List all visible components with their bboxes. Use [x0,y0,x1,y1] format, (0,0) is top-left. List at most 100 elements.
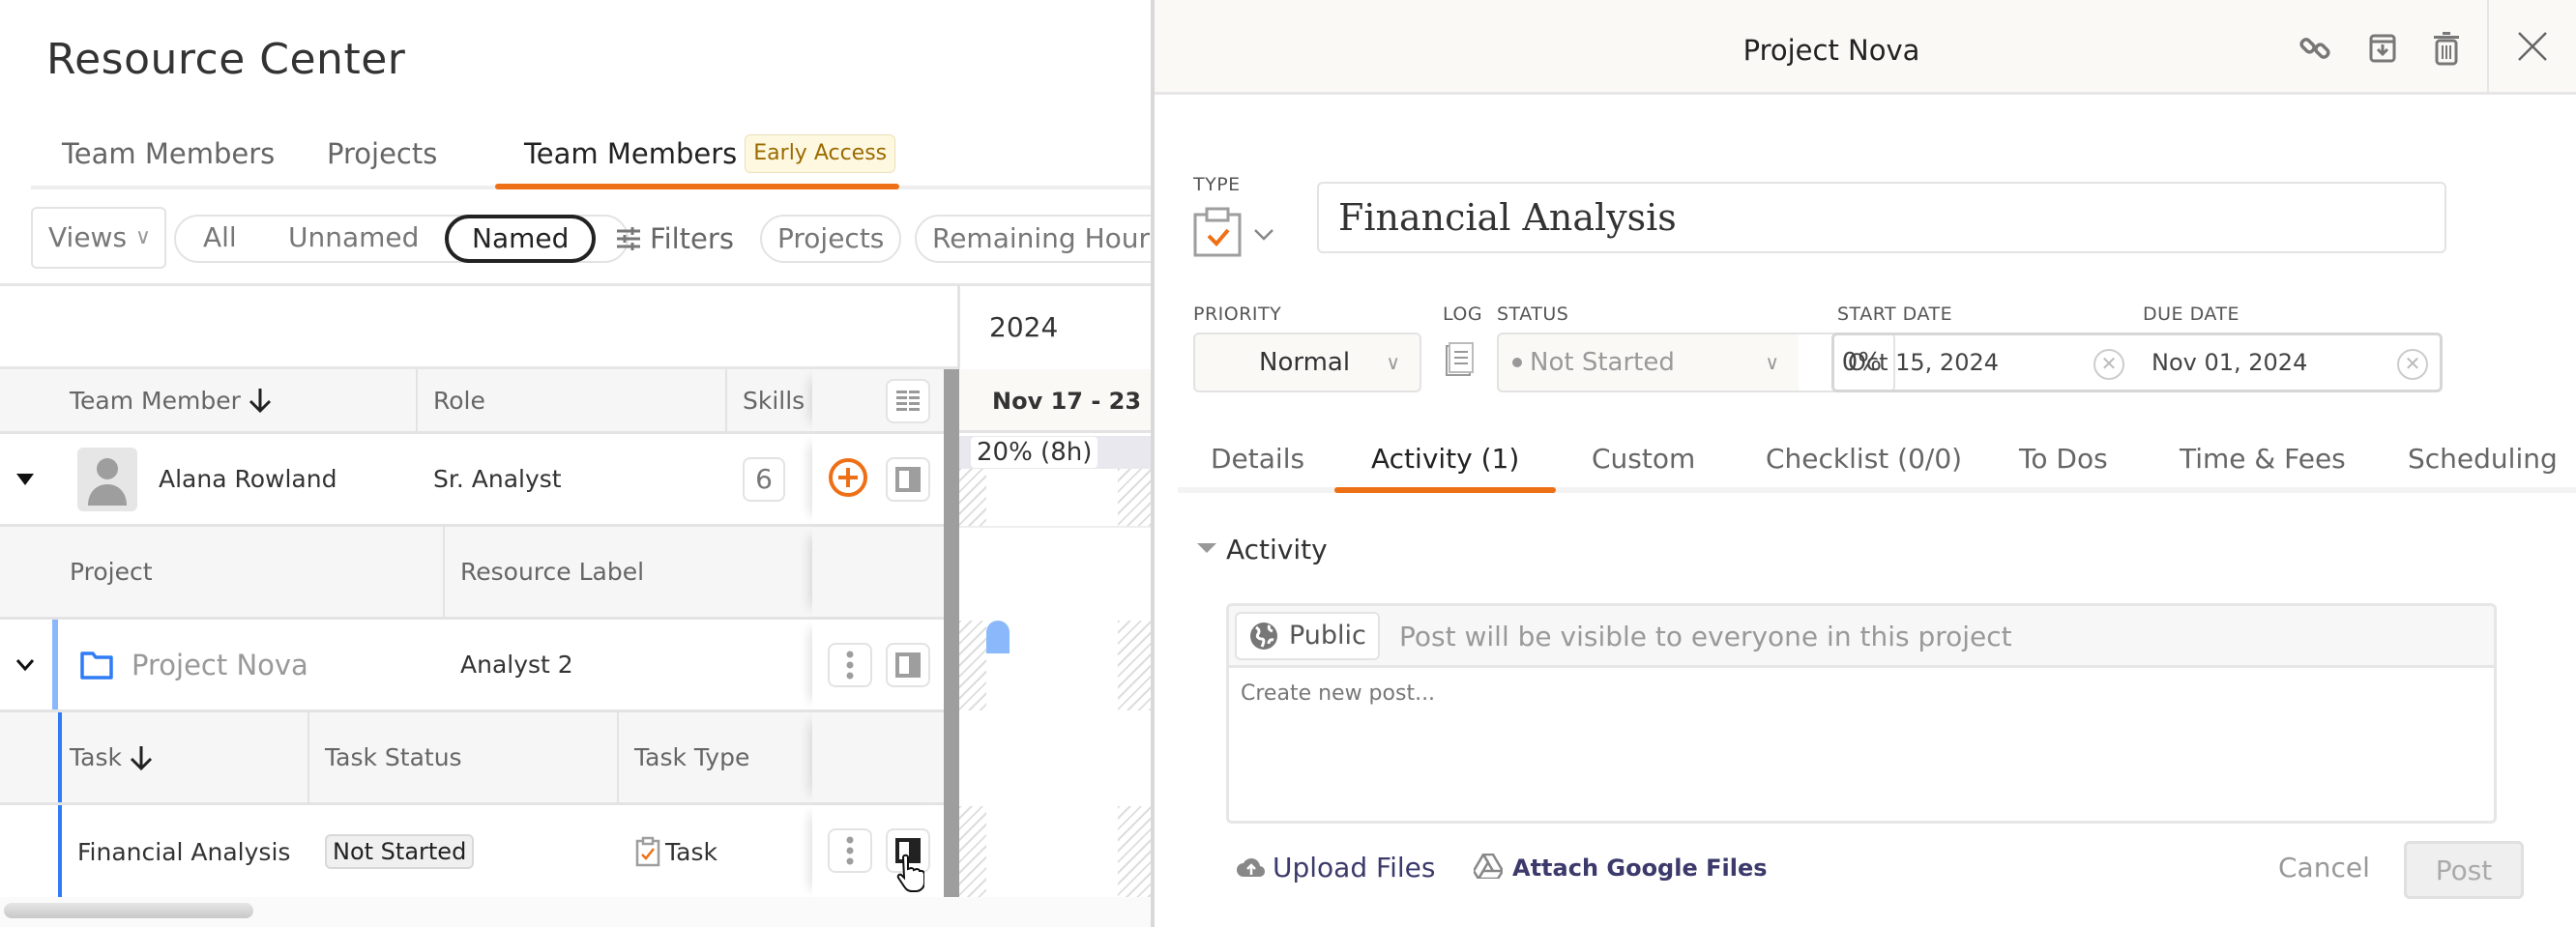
project-allocation-bar[interactable] [986,621,1010,653]
col-task-type[interactable]: Task Type [634,712,749,802]
open-side-panel-button[interactable] [886,457,930,502]
delete-button[interactable] [2427,27,2466,70]
column-settings-button[interactable] [886,379,930,423]
chevron-down-icon [15,658,35,671]
member-name-cell[interactable]: Alana Rowland [77,434,337,524]
tab-checklist[interactable]: Checklist (0/0) [1766,435,1962,483]
tab-scheduling[interactable]: Scheduling [2408,435,2558,483]
task-title-input[interactable]: Financial Analysis [1317,182,2446,253]
skills-cell[interactable]: 6 [743,434,785,524]
segment-named[interactable]: Named [445,215,597,263]
scrollbar-thumb[interactable] [4,903,253,918]
filters-button[interactable]: Filters [615,215,734,263]
globe-icon [1250,623,1277,650]
chevron-down-icon [1254,229,1273,241]
table-columns-icon [896,391,920,411]
resource-label-value: Analyst 2 [460,651,573,679]
skills-count-badge[interactable]: 6 [743,456,785,502]
detail-tabs: Details Activity (1) Custom Checklist (0… [1178,435,2576,495]
segment-unnamed[interactable]: Unnamed [288,215,419,263]
horizontal-scrollbar[interactable] [0,897,1153,927]
date-range-field: Oct 15, 2024 ✕ Nov 01, 2024 ✕ [1831,333,2443,392]
tab-details[interactable]: Details [1211,435,1304,483]
priority-dropdown[interactable]: Normal ∨ [1193,333,1421,392]
activity-section-toggle[interactable]: Activity [1197,534,1328,565]
tab-label: Team Members [62,137,276,170]
project-row[interactable]: Project Nova Analyst 2 [0,620,944,712]
row-actions [812,434,944,524]
tab-custom[interactable]: Custom [1592,435,1695,483]
upload-label: Upload Files [1273,852,1436,884]
remaining-hours-filter-pill[interactable]: Remaining Hours [915,215,1153,263]
active-tab-underline [1334,487,1557,493]
activity-section-title: Activity [1226,534,1328,565]
views-dropdown[interactable]: Views ∨ [31,207,166,269]
collapse-toggle[interactable] [15,620,35,710]
cloud-upload-icon [1237,858,1266,878]
col-resource-label[interactable]: Resource Label [460,527,644,617]
page-title: Resource Center [46,35,406,84]
sort-down-icon [249,389,271,414]
col-role[interactable]: Role [433,369,485,431]
kebab-menu-icon [846,651,854,680]
row-actions [812,620,944,710]
due-date-input[interactable]: Nov 01, 2024 [2152,335,2307,390]
weekend-hatch [1118,621,1153,710]
task-detail-panel: Project Nova TYPE Financial Analysis PRI… [1151,0,2576,927]
more-options-button[interactable] [828,828,872,873]
timeline-gantt: Nov 17 - 23 20% (8h) [959,369,1153,913]
clear-start-date-icon[interactable]: ✕ [2093,349,2124,380]
segment-all[interactable]: All [203,215,237,263]
tab-activity[interactable]: Activity (1) [1334,435,1557,493]
attach-google-files-button[interactable]: Attach Google Files [1472,839,1768,897]
start-date-input[interactable]: Oct 15, 2024 [1848,335,1999,390]
tab-time-fees[interactable]: Time & Fees [2180,435,2346,483]
tab-team-members[interactable]: Team Members [62,131,275,180]
projects-filter-pill[interactable]: Projects [760,215,902,263]
task-status-badge: Not Started [325,834,475,869]
project-name-cell[interactable]: Project Nova [79,620,308,710]
copy-link-button[interactable] [2296,27,2334,70]
team-member-row[interactable]: Alana Rowland Sr. Analyst 6 [0,434,944,527]
early-access-badge: Early Access [745,134,896,173]
type-label: TYPE [1193,174,1241,195]
tab-todos[interactable]: To Dos [2019,435,2108,483]
tab-team-members-early-access[interactable]: Team Members Early Access [495,131,900,189]
side-panel-icon [895,467,921,492]
cancel-post-button[interactable]: Cancel [2278,839,2370,897]
collapse-toggle[interactable] [15,434,35,524]
upload-files-button[interactable]: Upload Files [1236,839,1435,897]
pane-splitter[interactable] [944,369,959,897]
type-selector[interactable] [1193,207,1280,257]
col-team-member[interactable]: Team Member [70,369,274,431]
col-task[interactable]: Task [70,712,155,802]
due-date-label: DUE DATE [2143,304,2240,325]
col-task-status[interactable]: Task Status [325,712,462,802]
close-panel-button[interactable] [2487,0,2576,93]
new-post-textarea[interactable] [1229,668,2494,821]
log-button[interactable] [1445,342,1474,383]
project-header-row: Project Resource Label [0,527,944,620]
open-side-panel-button[interactable] [886,643,930,687]
task-row[interactable]: Financial Analysis Not Started Task [0,805,944,898]
submit-post-button[interactable]: Post [2404,841,2524,899]
visibility-note: Post will be visible to everyone in this… [1399,621,2012,652]
status-label: STATUS [1497,304,1569,325]
more-options-button[interactable] [828,643,872,687]
add-project-button[interactable] [828,457,868,502]
task-status-cell[interactable]: Not Started [325,805,475,898]
chevron-down-icon: ∨ [134,225,151,249]
col-skills[interactable]: Skills [743,369,805,431]
views-label: Views [48,221,128,253]
member-header-row: Team Member Role Skills [0,369,944,434]
clear-due-date-icon[interactable]: ✕ [2397,349,2428,380]
archive-button[interactable] [2363,27,2402,70]
col-project[interactable]: Project [70,527,153,617]
status-dropdown[interactable]: Not Started ∨ [1497,333,1800,392]
task-name[interactable]: Financial Analysis [77,805,290,898]
utilization-label: 20% (8h) [971,437,1098,468]
tab-projects[interactable]: Projects [327,131,437,180]
visibility-public-button[interactable]: Public [1235,612,1380,660]
user-placeholder-icon [88,457,127,506]
chevron-down-icon: ∨ [1765,351,1779,374]
